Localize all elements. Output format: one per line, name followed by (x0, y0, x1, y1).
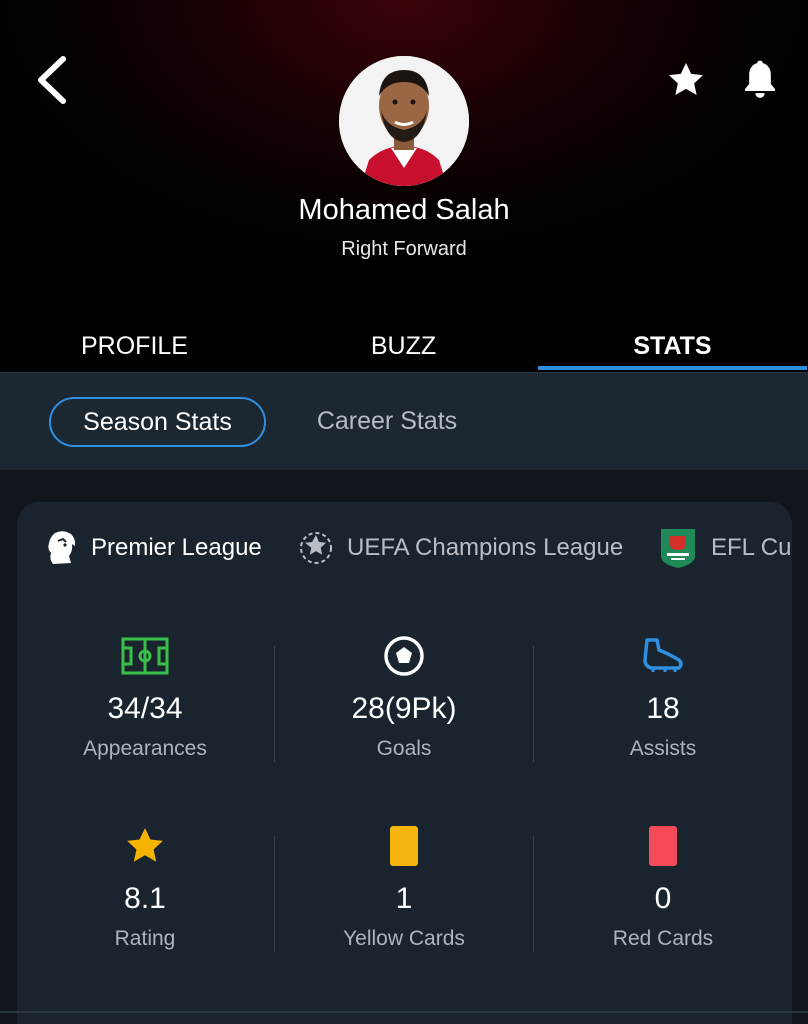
stats-mode-bar: Season Stats Career Stats (0, 372, 808, 470)
stat-red-cards: 0 Red Cards (534, 826, 792, 956)
stat-label: Red Cards (612, 927, 714, 950)
stat-value: 8.1 (124, 882, 166, 915)
stat-value: 1 (395, 882, 413, 915)
competition-champions-league[interactable]: UEFA Champions League (297, 520, 623, 576)
divider (274, 646, 275, 762)
chevron-left-icon (38, 56, 66, 104)
tab-bar: PROFILE BUZZ STATS (0, 320, 808, 372)
notifications-button[interactable] (732, 50, 788, 108)
premier-league-lion-icon (48, 531, 76, 564)
stat-appearances: 34/34 Appearances (16, 636, 274, 766)
stat-value: 0 (654, 882, 672, 915)
profile-header: Mohamed Salah Right Forward PROFILE BUZZ… (0, 0, 808, 372)
boot-icon (638, 636, 688, 676)
stat-value: 18 (646, 692, 680, 725)
pitch-icon (120, 636, 170, 676)
divider (533, 646, 534, 762)
competition-label: EFL Cu (711, 534, 792, 561)
tab-profile[interactable]: PROFILE (0, 320, 269, 372)
competition-selector: Premier League UEFA Champions League EFL… (17, 520, 792, 576)
back-button[interactable] (22, 48, 82, 112)
stat-label: Yellow Cards (343, 927, 465, 950)
player-name: Mohamed Salah (298, 194, 510, 226)
divider (274, 836, 275, 952)
red-card-icon (638, 826, 688, 866)
competition-label: UEFA Champions League (347, 534, 624, 561)
champions-league-ball-icon (300, 532, 332, 564)
stat-value: 28(9Pk) (351, 692, 457, 725)
stat-goals: 28(9Pk) Goals (275, 636, 533, 766)
stat-label: Goals (376, 737, 432, 760)
stat-value: 34/34 (107, 692, 183, 725)
stat-label: Rating (114, 927, 176, 950)
player-position: Right Forward (341, 238, 467, 260)
bell-icon (745, 60, 775, 98)
stat-label: Appearances (83, 737, 207, 760)
avatar (339, 56, 469, 186)
star-icon (120, 826, 170, 866)
yellow-card-icon (379, 826, 429, 866)
competition-premier-league[interactable]: Premier League (45, 520, 262, 576)
football-icon (379, 636, 429, 676)
star-icon (669, 63, 703, 95)
stat-label: Assists (629, 737, 697, 760)
stat-rating: 8.1 Rating (16, 826, 274, 956)
season-stats-toggle[interactable]: Season Stats (49, 397, 266, 447)
divider (533, 836, 534, 952)
stat-yellow-cards: 1 Yellow Cards (275, 826, 533, 956)
tab-stats[interactable]: STATS (538, 320, 807, 372)
career-stats-toggle[interactable]: Career Stats (290, 397, 484, 447)
competition-label: Premier League (91, 534, 262, 561)
favorite-button[interactable] (660, 52, 712, 108)
competition-efl-cup[interactable]: EFL Cu (657, 520, 791, 576)
divider (0, 1011, 808, 1013)
stat-assists: 18 Assists (534, 636, 792, 766)
carabao-cup-icon (661, 529, 695, 568)
tab-buzz[interactable]: BUZZ (269, 320, 538, 372)
